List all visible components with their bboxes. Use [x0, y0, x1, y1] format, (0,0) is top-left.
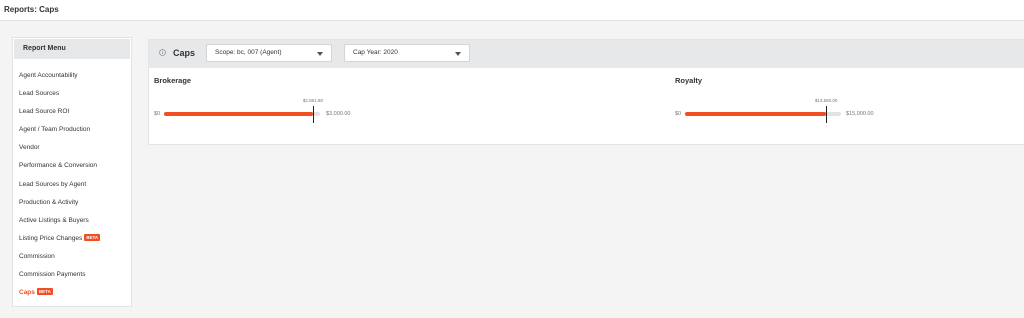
chevron-down-icon [317, 52, 323, 56]
brokerage-current-value: $2,861.88 [302, 98, 323, 103]
royalty-title: Royalty [675, 76, 703, 85]
brokerage-progress-track [164, 112, 320, 116]
report-menu: Report Menu Agent Accountability Lead Sou… [12, 37, 132, 307]
sidebar-item-label: Lead Sources [19, 90, 60, 97]
beta-badge: BETA [36, 288, 53, 295]
chevron-down-icon [455, 52, 461, 56]
royalty-cap-value: $15,000.00 [846, 111, 874, 117]
sidebar-item-listing-price-changes[interactable]: Listing Price Changes BETA [19, 233, 101, 245]
royalty-progress-fill [685, 112, 827, 116]
sidebar-item-label: Lead Source ROI [19, 108, 70, 115]
sidebar-item-lead-source-roi[interactable]: Lead Source ROI [19, 106, 69, 118]
sidebar-item-label: Production & Activity [19, 199, 79, 206]
sidebar-item-commission[interactable]: Commission [19, 251, 55, 263]
cap-year-dropdown[interactable]: Cap Year: 2020 [344, 44, 470, 62]
royalty-current-marker [826, 106, 828, 123]
sidebar-item-vendor[interactable]: Vendor [19, 142, 40, 154]
beta-badge: BETA [84, 234, 101, 241]
sidebar-item-label: Commission Payments [19, 271, 86, 278]
sidebar-item-label: Vendor [19, 144, 40, 151]
sidebar-item-active-listings-buyers[interactable]: Active Listings & Buyers [19, 215, 89, 227]
caps-panel-title: Caps [173, 48, 196, 58]
brokerage-cap-value: $3,000.00 [326, 111, 351, 117]
page-title: Reports: Caps [4, 5, 59, 14]
sidebar-item-agent-team-production[interactable]: Agent / Team Production [19, 124, 90, 136]
sidebar-item-label: Lead Sources by Agent [19, 181, 87, 188]
royalty-current-value: $13,590.00 [814, 98, 838, 103]
brokerage-min-label: $0 [154, 111, 161, 117]
sidebar-item-label: Active Listings & Buyers [19, 217, 89, 224]
sidebar-item-performance-conversion[interactable]: Performance & Conversion [19, 160, 97, 172]
brokerage-title: Brokerage [154, 76, 192, 85]
sidebar-item-label: Commission [19, 253, 55, 260]
sidebar-item-commission-payments[interactable]: Commission Payments [19, 269, 85, 281]
sidebar-item-caps[interactable]: Caps BETA [19, 287, 53, 299]
scope-dropdown-label: Scope: bc, 007 (Agent) [215, 49, 282, 56]
brokerage-current-marker [312, 106, 314, 123]
caps-panel: Caps Scope: bc, 007 (Agent) Cap Year: 20… [148, 39, 1024, 145]
royalty-min-label: $0 [675, 111, 682, 117]
sidebar-item-label: Performance & Conversion [19, 162, 98, 169]
top-bar: Reports: Caps [0, 0, 1024, 21]
caps-panel-header: Caps Scope: bc, 007 (Agent) Cap Year: 20… [149, 40, 1024, 68]
sidebar-item-production-activity[interactable]: Production & Activity [19, 197, 78, 209]
report-menu-title: Report Menu [23, 45, 66, 52]
sidebar-item-agent-accountability[interactable]: Agent Accountability [19, 70, 78, 82]
sidebar-item-label: Listing Price Changes [19, 235, 83, 242]
scope-dropdown[interactable]: Scope: bc, 007 (Agent) [206, 44, 332, 62]
report-menu-header: Report Menu [14, 39, 130, 59]
sidebar-item-label: Agent Accountability [19, 72, 78, 79]
info-circle-icon[interactable] [159, 49, 166, 56]
brokerage-progress-fill [164, 112, 313, 116]
cap-year-dropdown-label: Cap Year: 2020 [353, 49, 398, 56]
sidebar-item-label: Agent / Team Production [19, 126, 91, 133]
sidebar-item-lead-sources[interactable]: Lead Sources [19, 88, 59, 100]
royalty-progress-track [685, 112, 841, 116]
sidebar-item-lead-sources-by-agent[interactable]: Lead Sources by Agent [19, 179, 86, 191]
sidebar-item-label: Caps [19, 289, 35, 296]
